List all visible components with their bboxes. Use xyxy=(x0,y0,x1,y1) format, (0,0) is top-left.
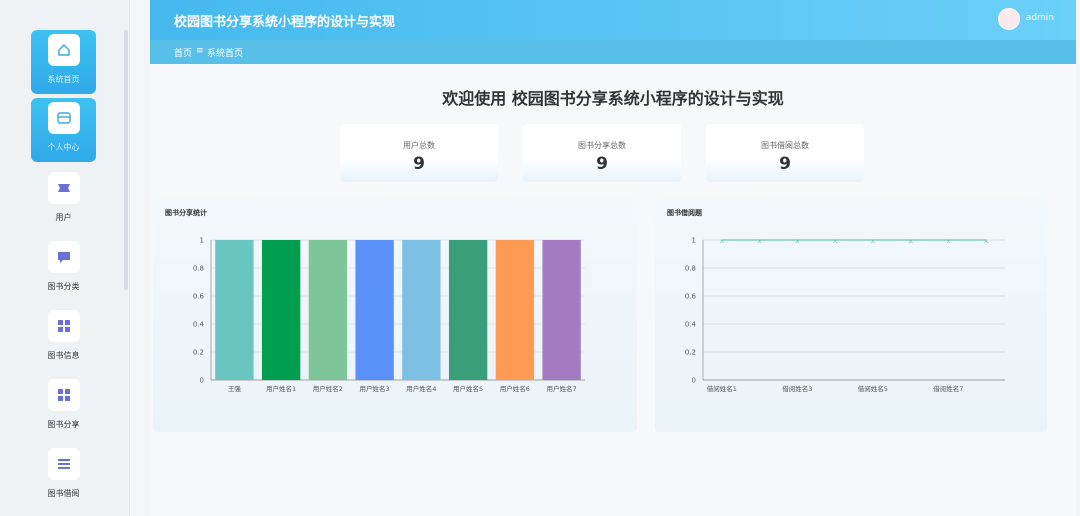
sidebar-item-label: 图书分类 xyxy=(47,282,80,291)
x-tick-label: 用户姓名2 xyxy=(313,384,343,393)
bar xyxy=(215,240,254,380)
avatar[interactable] xyxy=(998,8,1020,30)
sidebar-item-label: 图书信息 xyxy=(47,351,80,360)
stat-label: 图书分享总数 xyxy=(578,141,626,150)
grid-icon xyxy=(47,379,80,411)
bar xyxy=(261,240,301,380)
bar xyxy=(308,240,348,380)
x-tick-label: 用户姓名5 xyxy=(453,384,483,393)
data-point: × xyxy=(794,238,800,246)
ticket-icon xyxy=(47,172,80,204)
sidebar: 系统首页 个人中心 用户 图书分类 图书信息 图书分享 图书借阅 xyxy=(0,0,130,516)
sidebar-scrollbar[interactable] xyxy=(124,30,128,290)
x-tick-label: 用户姓名3 xyxy=(360,384,390,393)
chat-icon xyxy=(47,241,80,273)
y-tick-label: 0.6 xyxy=(685,293,697,301)
breadcrumb: 首页 ≡ 系统首页 xyxy=(150,40,1076,64)
top-header: 校园图书分享系统小程序的设计与实现 admin xyxy=(150,0,1076,40)
y-tick-label: 0 xyxy=(692,377,696,385)
home-icon xyxy=(47,34,80,66)
x-tick-label: 用户姓名4 xyxy=(406,384,436,393)
stat-card-users: 用户总数 9 xyxy=(340,124,498,182)
welcome-title: 欢迎使用 校园图书分享系统小程序的设计与实现 xyxy=(442,89,784,108)
bar xyxy=(495,240,535,380)
main-content: 欢迎使用 校园图书分享系统小程序的设计与实现 用户总数 9 图书分享总数 9 图… xyxy=(150,64,1076,516)
sidebar-item-label: 用户 xyxy=(55,213,72,222)
borrow-line-chart: 0 0.2 0.4 0.6 0.8 1 × × × × × × × × 借阅姓名1 借阅姓名3 借阅姓名5 借阅姓… xyxy=(685,237,1005,393)
breadcrumb-home[interactable]: 首页 xyxy=(174,46,192,59)
username[interactable]: admin xyxy=(1026,13,1054,23)
stat-value: 9 xyxy=(779,154,791,174)
x-tick-label: 用户姓名1 xyxy=(266,384,296,393)
sidebar-item-book-share[interactable]: 图书分享 xyxy=(31,375,96,439)
card-icon xyxy=(47,102,80,134)
bar xyxy=(542,240,581,380)
stat-card-shares: 图书分享总数 9 xyxy=(523,124,681,182)
sidebar-item-label: 系统首页 xyxy=(47,75,80,84)
y-tick-label: 1 xyxy=(200,237,204,245)
sidebar-item-book-info[interactable]: 图书信息 xyxy=(31,306,96,370)
borrow-stats-panel: 图书借阅题 0 0.2 0.4 0.6 0.8 1 × × × × × × × × 借阅姓名1 借阅姓名3 借阅… xyxy=(655,198,1047,432)
stat-label: 用户总数 xyxy=(403,141,435,150)
x-tick-label: 借阅姓名5 xyxy=(858,384,888,393)
y-tick-label: 0.6 xyxy=(193,293,205,301)
y-tick-label: 0.8 xyxy=(193,265,204,273)
bar xyxy=(355,240,394,380)
sidebar-item-label: 图书分享 xyxy=(47,420,80,429)
sidebar-item-book-borrow[interactable]: 图书借阅 xyxy=(31,444,96,508)
grid-icon xyxy=(47,310,80,342)
y-tick-label: 0.4 xyxy=(685,321,697,329)
bar xyxy=(402,240,441,380)
sidebar-item-home[interactable]: 系统首页 xyxy=(31,30,96,94)
stat-card-borrows: 图书借阅总数 9 xyxy=(706,124,864,182)
sidebar-item-user[interactable]: 用户 xyxy=(31,168,96,232)
y-tick-label: 1 xyxy=(692,237,696,245)
data-point: × xyxy=(870,238,876,246)
sidebar-item-label: 个人中心 xyxy=(47,143,80,152)
breadcrumb-separator-icon: ≡ xyxy=(196,46,204,56)
x-tick-label: 借阅姓名1 xyxy=(707,384,737,393)
y-tick-label: 0.2 xyxy=(685,349,696,357)
y-tick-label: 0.8 xyxy=(685,265,696,273)
y-tick-label: 0.2 xyxy=(193,349,204,357)
stat-value: 9 xyxy=(413,154,425,174)
share-stats-panel: 图书分享统计 0 0.2 0.4 0.6 0.8 1 王强 用户姓名1 用户姓名2 用户姓名3 用户… xyxy=(153,198,637,432)
x-tick-label: 用户姓名7 xyxy=(547,384,577,393)
data-point: × xyxy=(719,238,725,246)
data-point: × xyxy=(908,238,914,246)
share-bar-chart: 0 0.2 0.4 0.6 0.8 1 王强 用户姓名1 用户姓名2 用户姓名3 用户姓名4 用户姓名… xyxy=(193,237,585,393)
data-point: × xyxy=(983,238,989,246)
data-point: × xyxy=(945,238,951,246)
sidebar-item-profile[interactable]: 个人中心 xyxy=(31,98,96,162)
x-tick-label: 王强 xyxy=(228,385,242,393)
y-tick-label: 0.4 xyxy=(193,321,205,329)
x-tick-label: 用户姓名6 xyxy=(500,384,530,393)
data-point: × xyxy=(757,238,763,246)
app-title: 校园图书分享系统小程序的设计与实现 xyxy=(174,15,396,30)
breadcrumb-current: 系统首页 xyxy=(207,49,244,59)
data-point: × xyxy=(832,238,838,246)
bar xyxy=(448,240,488,380)
x-tick-label: 借阅姓名3 xyxy=(782,384,812,393)
sidebar-item-book-category[interactable]: 图书分类 xyxy=(31,237,96,301)
sidebar-item-label: 图书借阅 xyxy=(47,489,80,498)
x-tick-label: 借阅姓名7 xyxy=(933,384,963,393)
stat-value: 9 xyxy=(596,154,608,174)
y-tick-label: 0 xyxy=(200,377,204,385)
stat-label: 图书借阅总数 xyxy=(761,141,809,150)
list-icon xyxy=(47,448,80,480)
